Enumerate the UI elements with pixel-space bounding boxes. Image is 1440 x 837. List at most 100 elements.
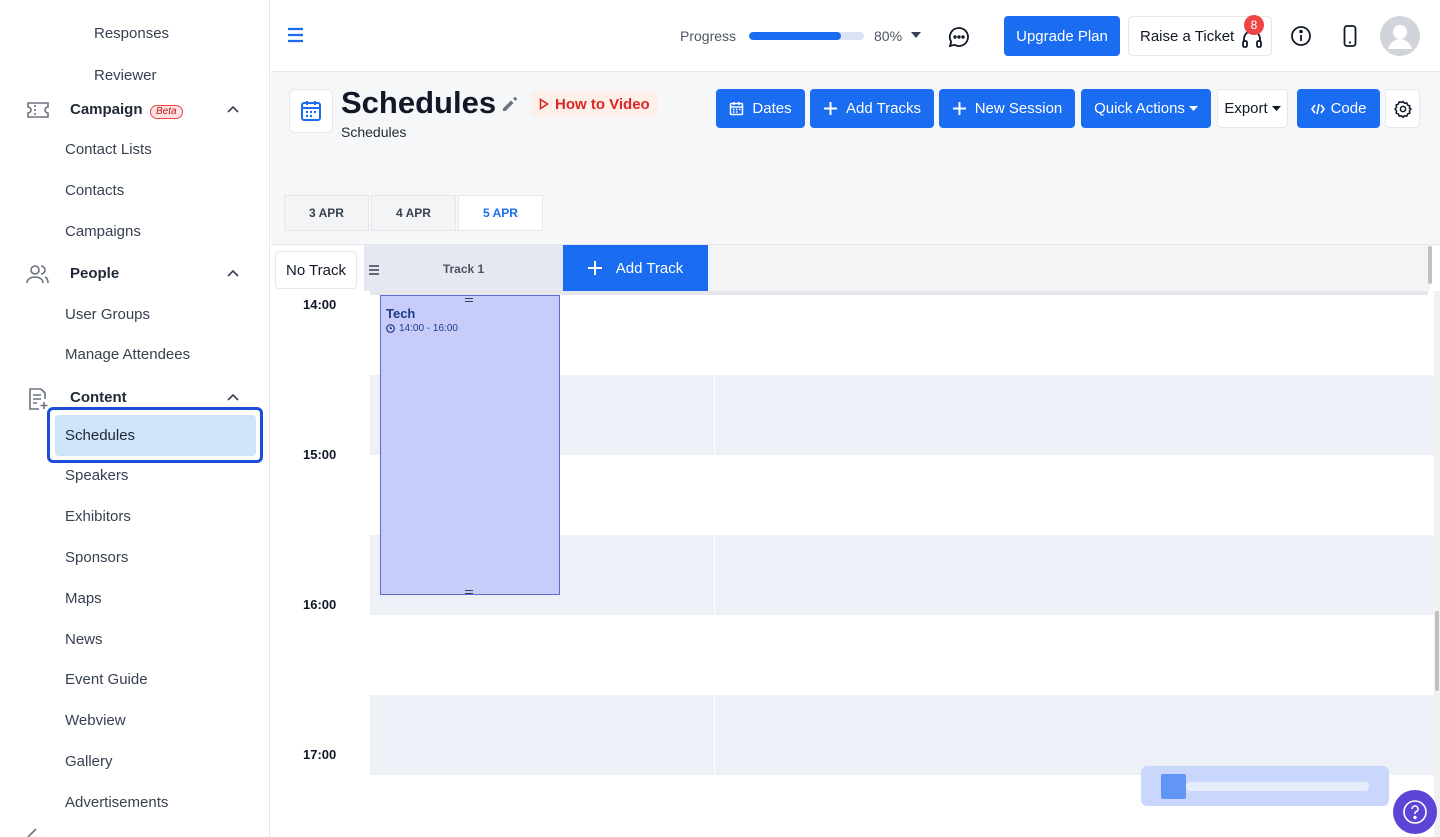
- edit-pencil-icon[interactable]: [501, 95, 519, 113]
- calendar-icon: [730, 102, 744, 116]
- no-track-button[interactable]: No Track: [275, 251, 357, 289]
- sidebar-section-label: Content: [70, 389, 127, 406]
- sidebar-section-people[interactable]: People: [0, 259, 269, 289]
- hour-label: 15:00: [303, 447, 337, 462]
- quick-actions-dropdown[interactable]: Quick Actions: [1081, 89, 1211, 128]
- sidebar-item-speakers[interactable]: Speakers: [65, 467, 128, 484]
- upgrade-plan-label: Upgrade Plan: [1016, 27, 1108, 45]
- hour-label: 17:00: [303, 747, 337, 762]
- info-icon[interactable]: [1290, 25, 1312, 47]
- new-session-label: New Session: [974, 100, 1063, 117]
- add-tracks-button[interactable]: Add Tracks: [810, 89, 934, 128]
- raise-ticket-button[interactable]: Raise a Ticket 8: [1128, 15, 1272, 56]
- date-tab-5-apr[interactable]: 5 APR: [458, 195, 543, 231]
- sidebar: Responses Reviewer Campaign Beta Contact…: [0, 0, 270, 837]
- add-track-button[interactable]: Add Track: [563, 245, 708, 291]
- resize-handle-top[interactable]: [465, 297, 473, 303]
- sidebar-item-gallery[interactable]: Gallery: [65, 753, 113, 770]
- settings-button[interactable]: [1385, 89, 1420, 128]
- new-session-button[interactable]: New Session: [939, 89, 1075, 128]
- hour-label: 14:00: [303, 297, 337, 312]
- export-label: Export: [1224, 100, 1268, 117]
- beta-badge: Beta: [150, 105, 183, 119]
- dates-label: Dates: [752, 100, 792, 117]
- how-to-video-label: How to Video: [555, 95, 650, 113]
- sidebar-item-advertisements[interactable]: Advertisements: [65, 794, 168, 811]
- loader-track: [1186, 782, 1369, 791]
- sidebar-item-contact-lists[interactable]: Contact Lists: [65, 141, 152, 158]
- sidebar-item-reviewer[interactable]: Reviewer: [94, 67, 157, 84]
- notification-count-badge: 8: [1244, 15, 1264, 35]
- caret-down-icon[interactable]: [911, 32, 921, 39]
- sidebar-item-exhibitors[interactable]: Exhibitors: [65, 508, 131, 525]
- sidebar-item-campaigns[interactable]: Campaigns: [65, 223, 141, 240]
- gear-icon: [1393, 100, 1412, 118]
- progress-label: Progress: [680, 28, 737, 44]
- hour-label: 16:00: [303, 597, 337, 612]
- add-track-label: Add Track: [615, 259, 684, 277]
- how-to-video-link[interactable]: How to Video: [531, 91, 658, 117]
- track-1-label: Track 1: [442, 262, 485, 276]
- code-icon: [1310, 103, 1325, 114]
- session-time: 14:00 - 16:00: [399, 323, 458, 334]
- sidebar-item-news[interactable]: News: [65, 631, 103, 648]
- user-avatar[interactable]: [1380, 16, 1420, 56]
- content-document-icon: [26, 387, 48, 410]
- raise-ticket-label: Raise a Ticket: [1140, 28, 1235, 45]
- sidebar-item-responses[interactable]: Responses: [94, 25, 169, 42]
- plus-icon: [952, 102, 966, 115]
- sidebar-section-campaign[interactable]: Campaign Beta: [0, 95, 269, 125]
- chevron-up-icon[interactable]: [226, 103, 240, 117]
- sidebar-item-sponsors[interactable]: Sponsors: [65, 549, 128, 566]
- sidebar-item-user-groups[interactable]: User Groups: [65, 306, 150, 323]
- upgrade-plan-button[interactable]: Upgrade Plan: [1004, 16, 1120, 56]
- sidebar-section-label: People: [70, 265, 120, 282]
- progress-bar-fill: [749, 32, 841, 40]
- date-tab-4-apr[interactable]: 4 APR: [371, 195, 456, 231]
- sidebar-item-event-guide[interactable]: Event Guide: [65, 671, 148, 688]
- help-button[interactable]: [1393, 790, 1437, 834]
- chevron-up-icon[interactable]: [226, 391, 240, 405]
- clock-icon: [386, 324, 395, 333]
- resize-handle-bottom[interactable]: [465, 589, 473, 595]
- code-button[interactable]: Code: [1297, 89, 1380, 128]
- sidebar-item-contacts[interactable]: Contacts: [65, 182, 124, 199]
- plus-icon: [587, 261, 602, 275]
- code-label: Code: [1330, 100, 1367, 117]
- dates-button[interactable]: Dates: [716, 89, 805, 128]
- sidebar-item-manage-attendees[interactable]: Manage Attendees: [65, 346, 190, 363]
- sidebar-item-maps[interactable]: Maps: [65, 590, 102, 607]
- campaign-ticket-icon: [26, 99, 49, 121]
- export-dropdown[interactable]: Export: [1217, 89, 1288, 128]
- chevron-up-icon[interactable]: [226, 267, 240, 281]
- sidebar-item-webview[interactable]: Webview: [65, 712, 126, 729]
- progress-percent: 80%: [874, 28, 903, 44]
- plus-icon: [823, 102, 837, 115]
- caret-down-icon: [1188, 105, 1198, 111]
- play-icon: [539, 98, 549, 110]
- people-icon: [26, 263, 49, 285]
- scrollbar-thumb[interactable]: [1435, 611, 1439, 691]
- floating-loader-widget: [1141, 766, 1389, 806]
- chat-bubble-icon[interactable]: [948, 26, 970, 48]
- page-title: Schedules: [341, 85, 497, 120]
- top-bar: Progress 80% Upgrade Plan Raise a Ticket…: [271, 0, 1440, 72]
- date-tab-3-apr[interactable]: 3 APR: [284, 195, 369, 231]
- vertical-scrollbar[interactable]: [1434, 291, 1440, 837]
- loader-thumb: [1161, 774, 1186, 799]
- timeslot-band: [370, 695, 1435, 775]
- quick-actions-label: Quick Actions: [1094, 100, 1185, 117]
- calendar-icon: [289, 89, 333, 133]
- track-1-header[interactable]: Track 1: [364, 245, 563, 291]
- sidebar-section-label: Campaign: [70, 101, 143, 118]
- add-tracks-label: Add Tracks: [845, 100, 922, 117]
- mobile-phone-icon[interactable]: [1343, 25, 1357, 47]
- progress-bar: [749, 32, 864, 40]
- session-card-tech[interactable]: Tech 14:00 - 16:00: [380, 295, 560, 595]
- truncated-section-icon: [26, 828, 46, 837]
- sidebar-item-schedules[interactable]: Schedules: [65, 427, 135, 444]
- question-icon: [1403, 800, 1427, 824]
- hamburger-menu-icon[interactable]: [287, 27, 304, 43]
- session-title: Tech: [386, 306, 416, 321]
- header-scrollbar-thumb[interactable]: [1428, 246, 1432, 284]
